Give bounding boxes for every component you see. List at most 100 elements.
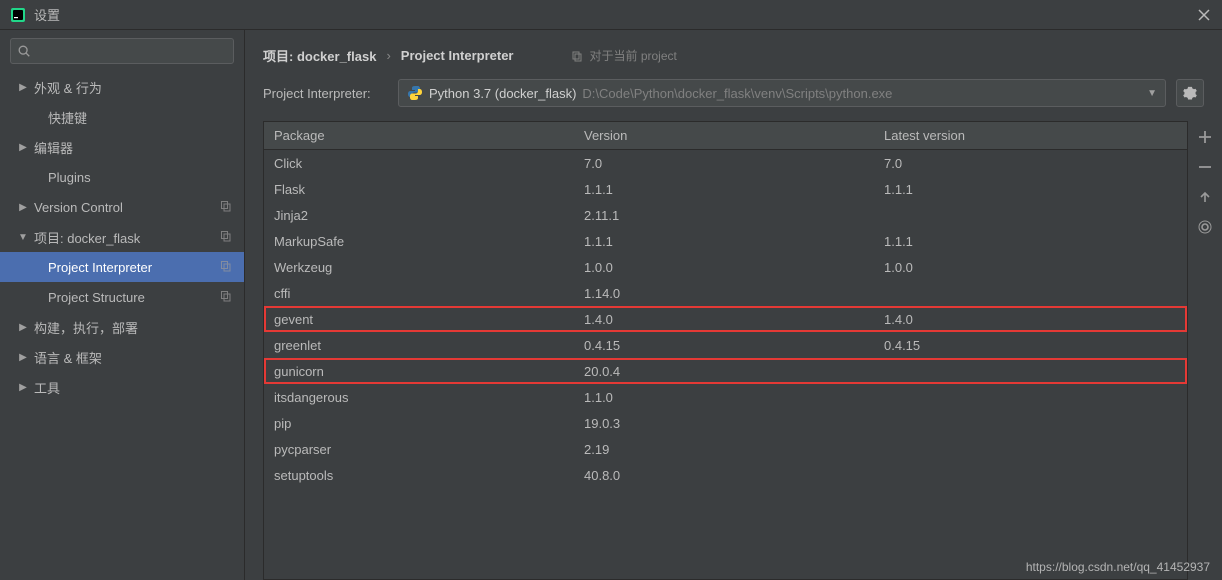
- header-package[interactable]: Package: [264, 128, 574, 143]
- cell-version: 20.0.4: [574, 364, 874, 379]
- interpreter-row: Project Interpreter: Python 3.7 (docker_…: [245, 79, 1222, 121]
- upgrade-package-button[interactable]: [1195, 187, 1215, 207]
- sidebar-item[interactable]: 构建，执行，部署: [0, 312, 244, 342]
- settings-tree: 外观 & 行为快捷键编辑器 Plugins Version Control 项目: d…: [0, 70, 244, 580]
- table-header: Package Version Latest version: [264, 122, 1187, 150]
- cell-package: greenlet: [264, 338, 574, 353]
- table-body: Click7.07.0Flask1.1.11.1.1Jinja22.11.1Ma…: [264, 150, 1187, 579]
- header-version[interactable]: Version: [574, 128, 874, 143]
- table-row[interactable]: Flask1.1.11.1.1: [264, 176, 1187, 202]
- cell-package: MarkupSafe: [264, 234, 574, 249]
- table-row[interactable]: Click7.07.0: [264, 150, 1187, 176]
- cell-version: 0.4.15: [574, 338, 874, 353]
- cell-version: 1.1.1: [574, 182, 874, 197]
- copy-icon: [571, 50, 583, 62]
- sidebar-item[interactable]: Project Structure: [0, 282, 244, 312]
- interpreter-settings-button[interactable]: [1176, 79, 1204, 107]
- close-button[interactable]: [1196, 7, 1212, 23]
- chevron-right-icon: [18, 82, 28, 93]
- packages-table: Package Version Latest version Click7.07…: [263, 121, 1188, 580]
- main-panel: 项目: docker_flask › Project Interpreter 对…: [245, 30, 1222, 580]
- sidebar-item[interactable]: Project Interpreter: [0, 252, 244, 282]
- table-row[interactable]: Jinja22.11.1: [264, 202, 1187, 228]
- cell-package: setuptools: [264, 468, 574, 483]
- sidebar-item-label: Plugins: [48, 170, 91, 185]
- sidebar-item[interactable]: 项目: docker_flask: [0, 222, 244, 252]
- chevron-right-icon: [18, 352, 28, 363]
- cell-version: 1.0.0: [574, 260, 874, 275]
- cell-latest: 1.0.0: [874, 260, 1187, 275]
- watermark: https://blog.csdn.net/qq_41452937: [1026, 560, 1210, 574]
- search-input[interactable]: [10, 38, 234, 64]
- table-row[interactable]: MarkupSafe1.1.11.1.1: [264, 228, 1187, 254]
- cell-latest: 1.1.1: [874, 234, 1187, 249]
- interpreter-combobox[interactable]: Python 3.7 (docker_flask) D:\Code\Python…: [398, 79, 1166, 107]
- add-package-button[interactable]: [1195, 127, 1215, 147]
- cell-latest: 1.4.0: [874, 312, 1187, 327]
- sidebar-item-label: 项目: docker_flask: [34, 228, 140, 247]
- sidebar-item-label: 编辑器: [34, 138, 73, 157]
- cell-version: 7.0: [574, 156, 874, 171]
- cell-version: 1.1.1: [574, 234, 874, 249]
- cell-package: Jinja2: [264, 208, 574, 223]
- sidebar-item-label: Project Interpreter: [48, 260, 152, 275]
- cell-version: 19.0.3: [574, 416, 874, 431]
- cell-package: pycparser: [264, 442, 574, 457]
- header-latest[interactable]: Latest version: [874, 128, 1187, 143]
- table-row[interactable]: cffi1.14.0: [264, 280, 1187, 306]
- python-icon: [407, 85, 423, 101]
- cell-package: gevent: [264, 312, 574, 327]
- cell-version: 1.1.0: [574, 390, 874, 405]
- sidebar-item[interactable]: 语言 & 框架: [0, 342, 244, 372]
- breadcrumb-page: Project Interpreter: [401, 48, 514, 63]
- cell-version: 1.4.0: [574, 312, 874, 327]
- cell-package: itsdangerous: [264, 390, 574, 405]
- table-row[interactable]: greenlet0.4.150.4.15: [264, 332, 1187, 358]
- packages-area: Package Version Latest version Click7.07…: [245, 121, 1222, 580]
- sidebar-item[interactable]: 编辑器: [0, 132, 244, 162]
- interpreter-label: Project Interpreter:: [263, 86, 388, 101]
- chevron-down-icon: ▼: [1147, 88, 1157, 99]
- cell-package: gunicorn: [264, 364, 574, 379]
- cell-package: cffi: [264, 286, 574, 301]
- chevron-right-icon: [18, 142, 28, 153]
- table-row[interactable]: gunicorn20.0.4: [264, 358, 1187, 384]
- sidebar-item-label: 工具: [34, 378, 60, 397]
- chevron-right-icon: [18, 202, 28, 213]
- cell-package: Click: [264, 156, 574, 171]
- copy-icon: [220, 290, 234, 304]
- cell-package: pip: [264, 416, 574, 431]
- sidebar-item-label: Project Structure: [48, 290, 145, 305]
- search-icon: [17, 44, 31, 58]
- breadcrumb-project: 项目: docker_flask: [263, 46, 376, 65]
- cell-latest: 0.4.15: [874, 338, 1187, 353]
- sidebar-item[interactable]: 快捷键: [0, 102, 244, 132]
- dialog-body: 外观 & 行为快捷键编辑器PluginsVersion Control项目: d…: [0, 30, 1222, 580]
- sidebar-item-label: 快捷键: [48, 108, 87, 127]
- window-title: 设置: [34, 5, 1196, 24]
- table-row[interactable]: pycparser2.19: [264, 436, 1187, 462]
- table-row[interactable]: pip19.0.3: [264, 410, 1187, 436]
- sidebar-item-label: 外观 & 行为: [34, 78, 102, 97]
- cell-version: 2.11.1: [574, 208, 874, 223]
- gear-icon: [1183, 86, 1197, 100]
- cell-version: 2.19: [574, 442, 874, 457]
- sidebar-item-label: 语言 & 框架: [34, 348, 102, 367]
- chevron-right-icon: [18, 322, 28, 333]
- sidebar-item[interactable]: 工具: [0, 372, 244, 402]
- sidebar-item[interactable]: Plugins: [0, 162, 244, 192]
- table-row[interactable]: Werkzeug1.0.01.0.0: [264, 254, 1187, 280]
- interpreter-name: Python 3.7 (docker_flask): [429, 86, 576, 101]
- table-row[interactable]: setuptools40.8.0: [264, 462, 1187, 488]
- table-row[interactable]: gevent1.4.01.4.0: [264, 306, 1187, 332]
- remove-package-button[interactable]: [1195, 157, 1215, 177]
- titlebar: 设置: [0, 0, 1222, 30]
- sidebar-item[interactable]: Version Control: [0, 192, 244, 222]
- chevron-down-icon: [18, 232, 28, 243]
- sidebar-item[interactable]: 外观 & 行为: [0, 72, 244, 102]
- show-early-releases-button[interactable]: [1195, 217, 1215, 237]
- copy-icon: [220, 230, 234, 244]
- breadcrumb-sep: ›: [386, 48, 390, 63]
- package-actions: [1188, 121, 1222, 580]
- table-row[interactable]: itsdangerous1.1.0: [264, 384, 1187, 410]
